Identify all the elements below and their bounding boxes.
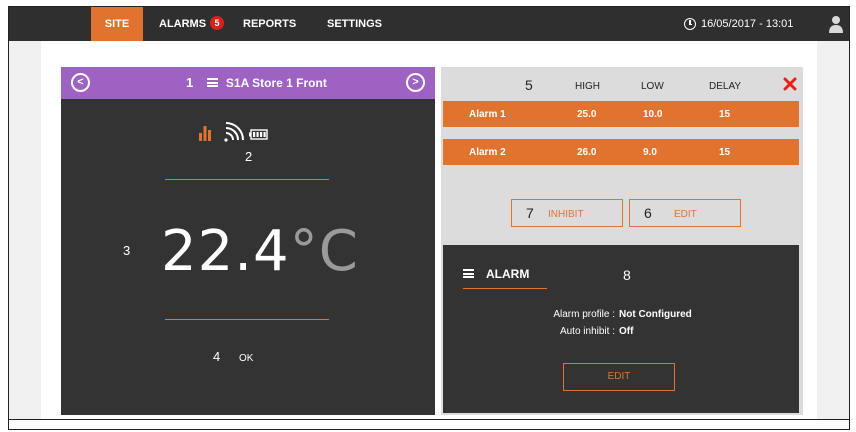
column-high: HIGH xyxy=(575,81,600,92)
marker-1: 1 xyxy=(186,75,194,90)
nav-alarms-label: ALARMS xyxy=(159,18,207,30)
alarm-name: Alarm 2 xyxy=(469,147,506,158)
sensor-header: < 1 S1A Store 1 Front > xyxy=(61,67,435,99)
tab-alarm[interactable]: ALARM xyxy=(463,265,547,289)
divider-top xyxy=(165,179,329,180)
sensor-status-icons xyxy=(199,122,268,142)
temperature-unit: °C xyxy=(289,219,359,284)
marker-8: 8 xyxy=(623,267,631,283)
battery-icon xyxy=(249,129,268,140)
alarm-name: Alarm 1 xyxy=(469,109,506,120)
chevron-left-icon: < xyxy=(77,76,84,88)
nav-site-tab[interactable]: SITE xyxy=(91,7,143,41)
alarm-row[interactable]: Alarm 2 26.0 9.0 15 xyxy=(443,139,799,165)
temperature-value: 22.4 xyxy=(161,219,290,284)
alarm-high: 25.0 xyxy=(577,109,597,120)
alarms-count-badge: 5 xyxy=(210,16,225,31)
nav-alarms-tab[interactable]: ALARMS 5 xyxy=(159,7,225,41)
nav-settings-tab[interactable]: SETTINGS xyxy=(327,7,382,41)
alarm-profile-label: Alarm profile : xyxy=(553,309,615,320)
sensor-title-bar: 1 S1A Store 1 Front xyxy=(186,67,327,99)
alarm-table-header: HIGH LOW DELAY xyxy=(441,77,803,99)
top-nav-bar: SITE ALARMS 5 REPORTS SETTINGS 16/05/2017… xyxy=(9,7,849,41)
sensor-panel: 2 3 22.4°C 4 OK xyxy=(61,99,435,415)
app-window: SITE ALARMS 5 REPORTS SETTINGS 16/05/2017… xyxy=(8,6,850,430)
inhibit-label: INHIBIT xyxy=(548,209,584,220)
sensor-name: S1A Store 1 Front xyxy=(225,76,327,90)
marker-4: 4 xyxy=(213,349,221,364)
edit-label: EDIT xyxy=(674,209,697,220)
alarm-profile-card: ALARM 8 Alarm profile : Not Configured A… xyxy=(443,245,799,413)
column-low: LOW xyxy=(641,81,664,92)
alarm-low: 10.0 xyxy=(643,109,663,120)
alarm-settings-panel: 5 HIGH LOW DELAY Alarm 1 25.0 10.0 15 Al… xyxy=(441,67,803,415)
alarm-high: 26.0 xyxy=(577,147,597,158)
wifi-signal-icon xyxy=(224,122,244,142)
sensor-status: OK xyxy=(239,353,254,364)
temperature-reading: 22.4°C xyxy=(161,219,359,284)
alarm-low: 9.0 xyxy=(643,147,657,158)
marker-7: 7 xyxy=(526,205,534,221)
auto-inhibit-label: Auto inhibit : xyxy=(559,326,615,337)
alarm-delay: 15 xyxy=(719,147,731,158)
footer-area xyxy=(9,419,849,429)
edit-alarms-button[interactable]: 6 EDIT xyxy=(629,199,741,227)
alarm-delay: 15 xyxy=(719,109,731,120)
auto-inhibit-value: Off xyxy=(619,326,634,337)
inhibit-button[interactable]: 7 INHIBIT xyxy=(511,199,623,227)
close-icon[interactable] xyxy=(783,77,797,91)
edit-profile-button[interactable]: EDIT xyxy=(563,363,675,391)
tab-alarm-label: ALARM xyxy=(486,267,530,281)
chevron-right-icon: > xyxy=(412,76,419,88)
alarm-profile-value: Not Configured xyxy=(619,309,692,320)
menu-icon[interactable] xyxy=(206,78,218,88)
marker-3: 3 xyxy=(123,243,131,258)
next-sensor-button[interactable]: > xyxy=(406,73,425,92)
marker-6: 6 xyxy=(644,205,652,221)
menu-icon xyxy=(463,269,474,279)
marker-2: 2 xyxy=(245,149,253,164)
bar-chart-icon xyxy=(199,126,211,141)
previous-sensor-button[interactable]: < xyxy=(71,73,90,92)
divider-bottom xyxy=(165,319,329,320)
clock-icon xyxy=(684,18,696,30)
datetime-display: 16/05/2017 - 13:01 xyxy=(701,18,794,30)
column-delay: DELAY xyxy=(709,81,742,92)
nav-reports-tab[interactable]: REPORTS xyxy=(243,7,296,41)
alarm-row[interactable]: Alarm 1 25.0 10.0 15 xyxy=(443,101,799,127)
user-icon[interactable] xyxy=(829,15,843,33)
